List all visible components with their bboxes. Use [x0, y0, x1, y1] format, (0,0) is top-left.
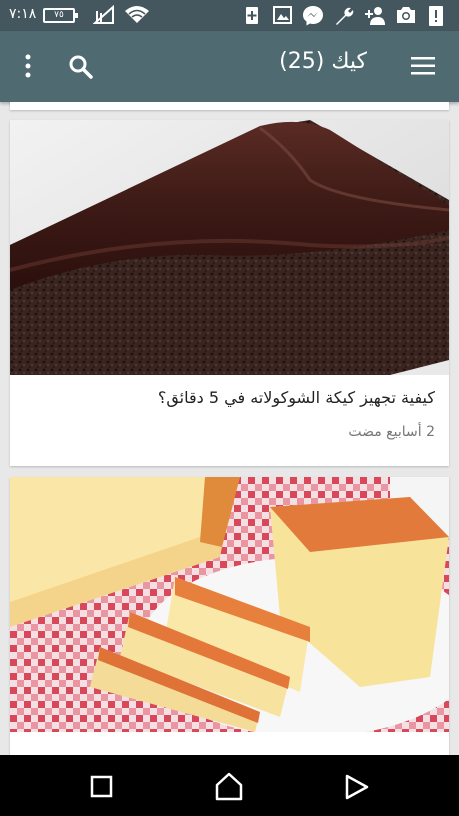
alert-icon	[429, 6, 443, 26]
page-title: كيك (25)	[279, 49, 367, 74]
menu-icon[interactable]	[410, 55, 436, 77]
messenger-icon	[303, 6, 323, 26]
wifi-icon	[125, 6, 149, 23]
navigation-bar	[0, 755, 459, 816]
article-image[interactable]	[10, 477, 449, 732]
add-icon	[246, 7, 258, 24]
status-bar: ٧:١٨ ٧٥	[0, 0, 459, 31]
back-icon[interactable]	[344, 774, 370, 800]
battery-level: ٧٥	[54, 10, 64, 20]
home-icon[interactable]	[214, 771, 244, 801]
person-add-icon	[365, 7, 385, 25]
status-time: ٧:١٨	[9, 6, 37, 22]
article-title[interactable]: كيفية تجهيز كيكة الشوكولاته في 5 دقائق؟	[158, 388, 435, 407]
signal-icon	[93, 5, 114, 24]
chocolate-cake-image	[10, 120, 449, 375]
article-image[interactable]	[10, 120, 449, 375]
image-icon	[273, 6, 292, 24]
list-item[interactable]	[10, 477, 449, 755]
list-item[interactable]	[10, 102, 449, 110]
sponge-cake-image	[10, 477, 449, 732]
camera-icon	[397, 7, 415, 23]
app-bar: كيك (25)	[0, 31, 459, 102]
battery-icon: ٧٥	[43, 8, 78, 23]
recents-icon[interactable]	[90, 775, 114, 799]
list-item[interactable]: كيفية تجهيز كيكة الشوكولاته في 5 دقائق؟ …	[10, 120, 449, 466]
more-vert-icon[interactable]	[18, 53, 38, 79]
article-list: كيفية تجهيز كيكة الشوكولاته في 5 دقائق؟ …	[0, 102, 459, 755]
article-date: 2 أسابيع مضت	[348, 424, 435, 440]
search-icon[interactable]	[67, 53, 95, 81]
wrench-icon	[336, 7, 354, 25]
